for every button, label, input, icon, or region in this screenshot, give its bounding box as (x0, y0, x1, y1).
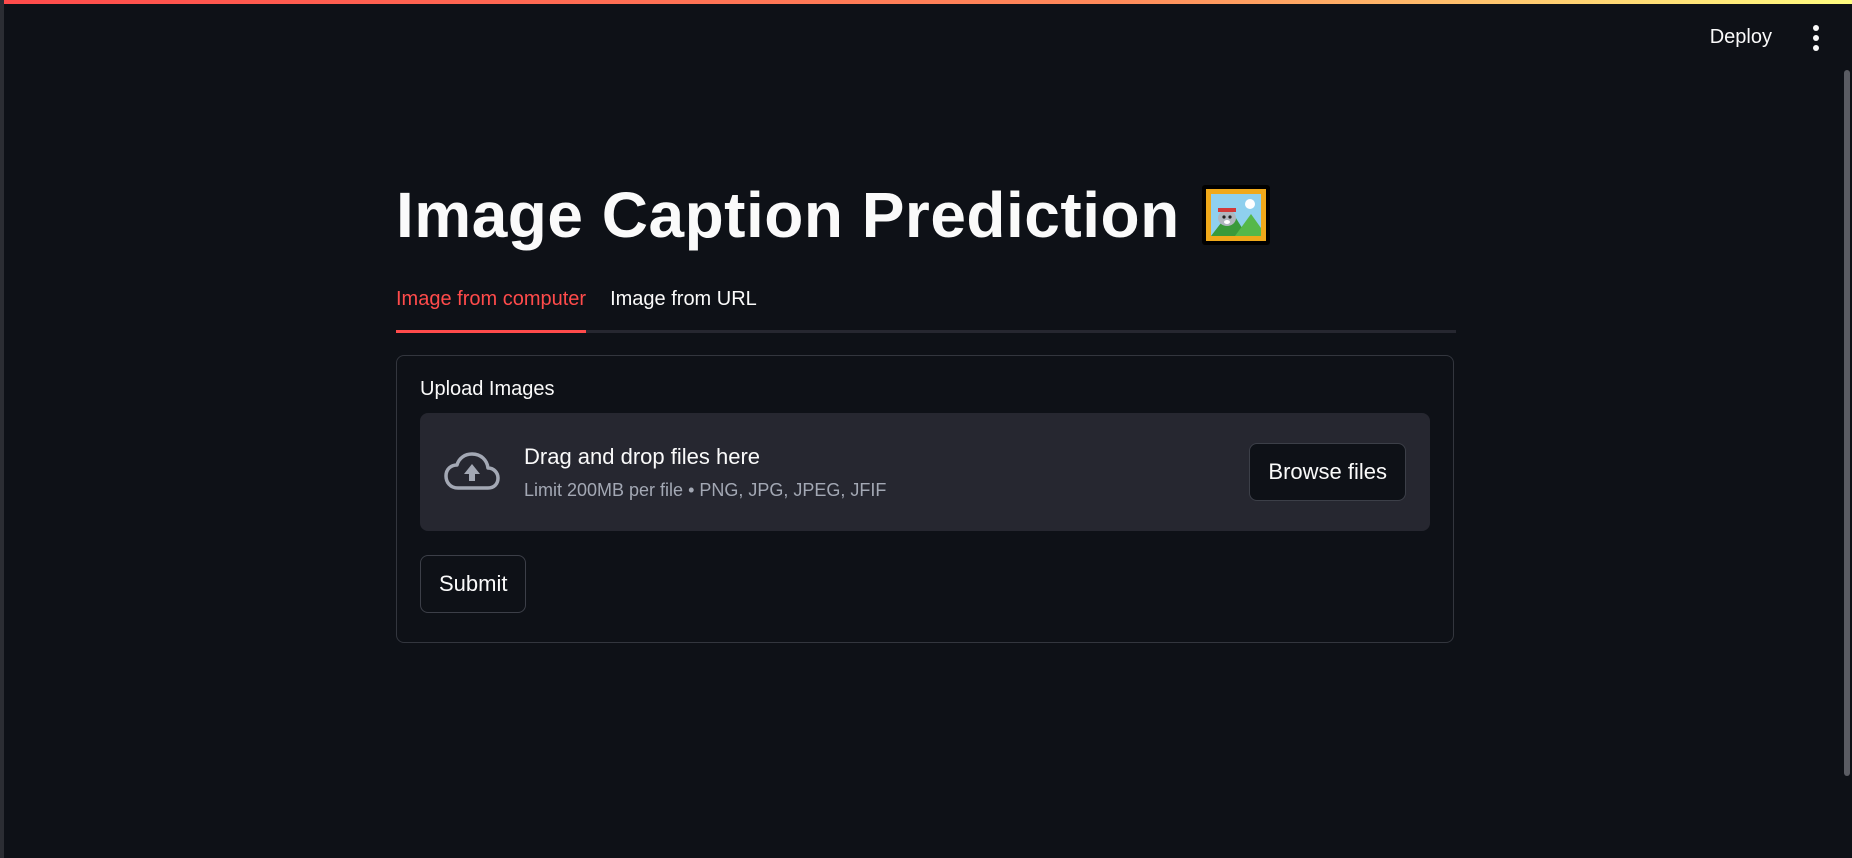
tab-bar: Image from computer Image from URL (396, 278, 1456, 333)
top-decoration-bar (4, 0, 1852, 4)
dropzone-instruction: Drag and drop files here (524, 443, 761, 469)
scrollbar[interactable] (1844, 70, 1850, 776)
submit-button[interactable]: Submit (420, 555, 527, 613)
upload-form: Upload Images Drag and drop files here L… (396, 355, 1454, 643)
framed-picture-icon (1201, 185, 1270, 245)
header-toolbar: Deploy (1700, 20, 1828, 55)
main-content: Image Caption Prediction Image from comp… (396, 170, 1456, 643)
cloud-upload-icon (444, 452, 500, 490)
tab-image-from-url[interactable]: Image from URL (610, 278, 757, 330)
tab-image-from-computer[interactable]: Image from computer (396, 278, 587, 333)
dropzone-text: Drag and drop files here Limit 200MB per… (524, 444, 886, 501)
browse-files-button[interactable]: Browse files (1249, 443, 1406, 501)
deploy-button[interactable]: Deploy (1700, 20, 1782, 55)
page-title: Image Caption Prediction (396, 179, 1180, 251)
title-row: Image Caption Prediction (396, 170, 1456, 260)
more-vertical-icon[interactable] (1804, 22, 1828, 54)
file-dropzone[interactable]: Drag and drop files here Limit 200MB per… (420, 413, 1430, 531)
dropzone-limits: Limit 200MB per file • PNG, JPG, JPEG, J… (524, 479, 887, 500)
upload-label: Upload Images (420, 378, 555, 400)
app-window: Deploy Image Caption Prediction Image fr… (0, 0, 1852, 858)
